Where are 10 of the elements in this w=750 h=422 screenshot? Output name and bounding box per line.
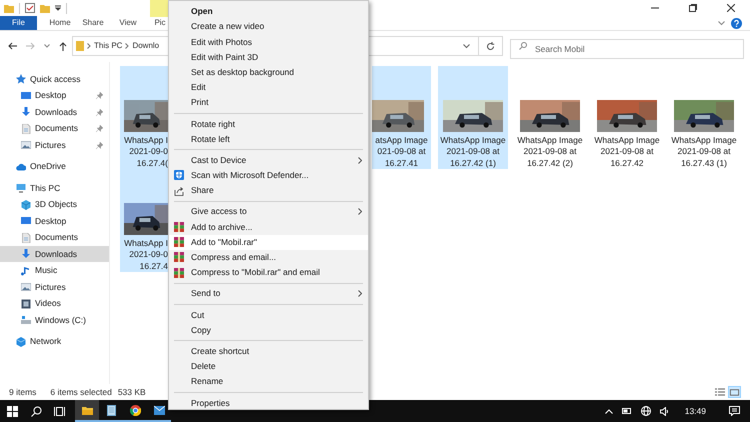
- file-name: WhatsApp I 2021-09-0 16.27.4: [124, 238, 168, 272]
- selection-size: 533 KB: [118, 386, 146, 398]
- file-name: WhatsApp Image 2021-09-08 at 16.27.42 (1): [440, 134, 506, 170]
- file-name: WhatsApp I 2021-09-0 16.27.4(: [124, 134, 168, 170]
- item-count: 9 items: [9, 386, 36, 398]
- selection-count: 6 items selected: [50, 386, 112, 398]
- file-name: WhatsApp Image 2021-09-08 at 16.27.42: [594, 134, 660, 170]
- file-name: WhatsApp Image 2021-09-08 at 16.27.42 (2): [517, 134, 583, 170]
- file-name: WhatsApp Image 2021-09-08 at 16.27.43 (1): [671, 134, 737, 170]
- file-name: atsApp Image 021-09-08 at 16.27.41: [375, 134, 428, 170]
